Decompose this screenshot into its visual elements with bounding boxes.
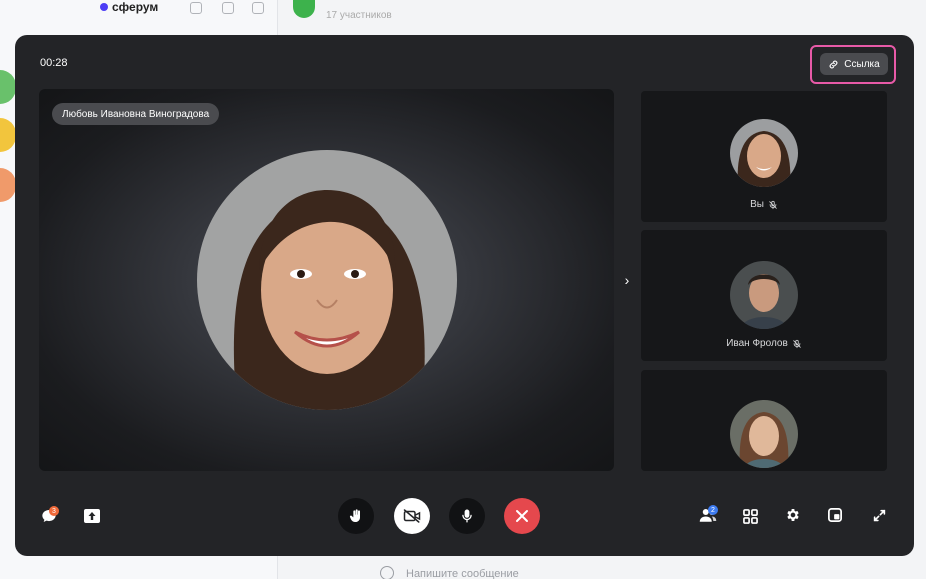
group-avatar [293,0,315,18]
raise-hand-button[interactable] [338,498,374,534]
link-icon [829,60,838,68]
compose-icon[interactable] [252,2,264,14]
brand-logo: сферум [100,0,158,14]
participant-tile[interactable] [641,370,887,471]
participants-badge: 2 [708,505,718,515]
camera-off-icon [403,509,421,523]
speaker-name-tag: Любовь Ивановна Виноградова [52,103,220,125]
copy-link-label: Ссылка [844,58,880,70]
main-speaker-tile[interactable]: Любовь Ивановна Виноградова [39,89,614,471]
participant-avatar [730,400,798,468]
raise-hand-icon [349,509,360,522]
phone-icon[interactable] [190,2,202,14]
message-composer[interactable]: Напишите сообщение [368,562,868,579]
participants-count: 17 участников [326,10,392,21]
grid-layout-button[interactable] [741,507,759,525]
composer-placeholder: Напишите сообщение [406,568,519,579]
mic-muted-icon [793,339,801,348]
settings-button[interactable] [784,506,802,524]
share-screen-button[interactable] [83,508,101,524]
fullscreen-icon [873,509,885,521]
camera-toggle-button[interactable] [394,498,430,534]
chat-avatar[interactable] [0,70,16,104]
next-page-arrow[interactable]: › [620,271,634,289]
participant-label: Вы [641,199,887,210]
participant-avatar [730,261,798,329]
participant-avatar [730,119,798,187]
chat-button[interactable]: 3 [38,506,60,526]
mic-muted-icon [769,200,777,209]
participant-tile-self[interactable]: Вы [641,91,887,222]
microphone-button[interactable] [449,498,485,534]
end-call-button[interactable] [504,498,540,534]
chat-avatar[interactable] [0,168,16,202]
attach-icon[interactable] [380,566,394,579]
archive-icon[interactable] [222,2,234,14]
grid-layout-icon [742,508,758,524]
video-call-window: 00:28 Ссылка Любовь Ивановна Виноградова… [15,35,914,556]
gear-icon [787,509,799,521]
share-screen-icon [84,509,100,523]
participant-tile[interactable]: Иван Фролов [641,230,887,361]
speaker-avatar [197,150,457,410]
end-call-icon [516,510,528,522]
participants-button[interactable]: 2 [697,505,719,525]
picture-in-picture-icon [828,508,842,522]
call-timer: 00:28 [40,57,68,69]
chat-avatar[interactable] [0,118,16,152]
chat-badge: 3 [49,506,59,516]
microphone-icon [462,509,472,523]
copy-link-button[interactable]: Ссылка [820,53,888,75]
participant-label: Иван Фролов [641,338,887,349]
picture-in-picture-button[interactable] [827,507,843,523]
fullscreen-button[interactable] [871,507,887,523]
